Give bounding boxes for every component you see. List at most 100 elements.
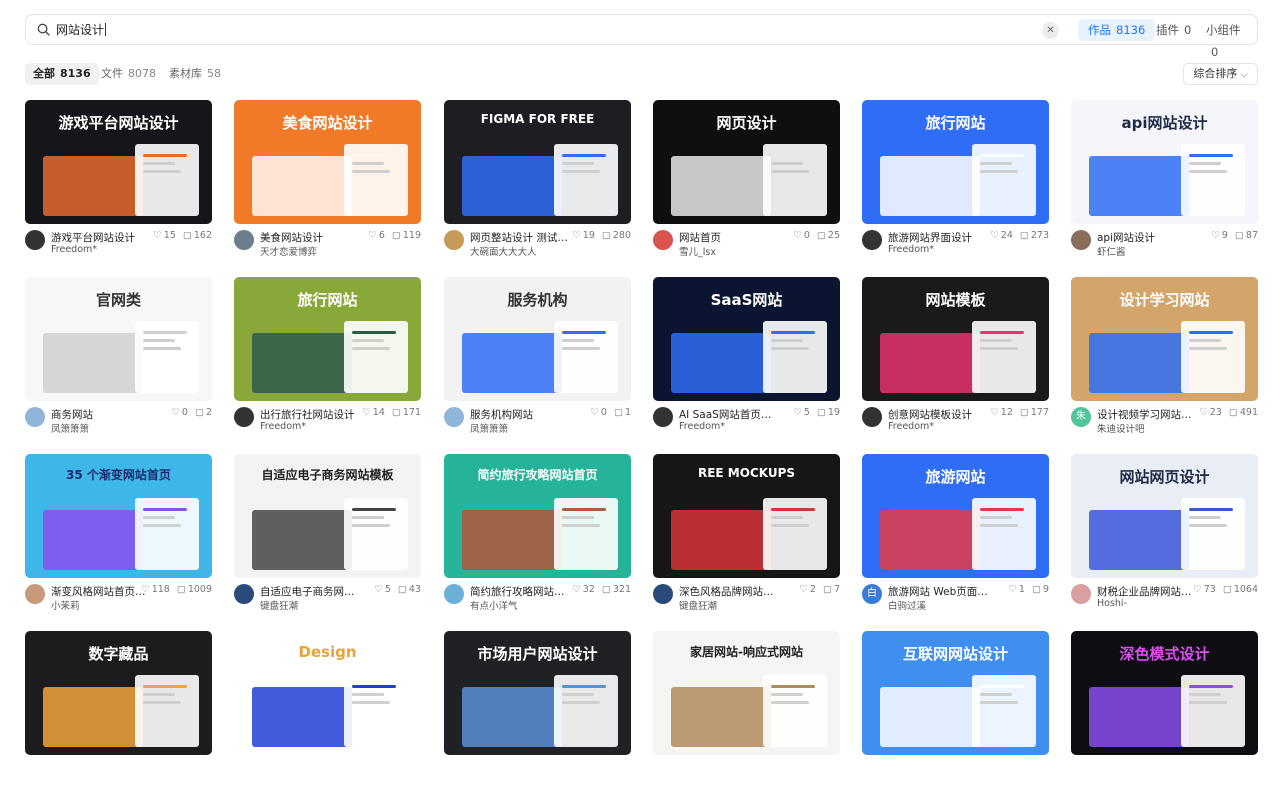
author-avatar[interactable] [653, 584, 673, 604]
search-bar[interactable]: 网站设计 ✕ 作品 8136 插件 0 小组件 0 [25, 14, 1258, 59]
author-avatar[interactable] [234, 230, 254, 250]
scope-tab-works[interactable]: 作品 8136 [1078, 19, 1156, 41]
card-author[interactable]: Hoshi- [1097, 598, 1127, 609]
card-thumbnail[interactable]: 深色模式设计 [1071, 631, 1258, 755]
card-thumbnail[interactable]: REE MOCKUPS [653, 454, 840, 578]
card-thumbnail[interactable]: 设计学习网站 [1071, 277, 1258, 401]
result-card[interactable]: SaaS网站 AI SaaS网站首页设计 Freedom* ♡ 5 ▢ 19 [653, 277, 840, 437]
card-title[interactable]: 创意网站模板设计 [888, 407, 988, 422]
result-card[interactable]: 设计学习网站朱设计视频学习网站管... 朱迪设计吧 ♡ 23 ▢ 491 [1071, 277, 1258, 437]
card-thumbnail[interactable]: 网页设计 [653, 100, 840, 224]
search-input[interactable]: 网站设计 [56, 21, 107, 38]
card-title[interactable]: 财税企业品牌网站网... [1097, 584, 1197, 599]
result-card[interactable]: 家居网站-响应式网站 [653, 631, 840, 791]
card-title[interactable]: 深色风格品牌网站模板 [679, 584, 779, 599]
result-card[interactable]: 美食网站设计 美食网站设计 天才恋爱博弈 ♡ 6 ▢ 119 [234, 100, 421, 260]
card-thumbnail[interactable]: Design [234, 631, 421, 755]
result-card[interactable]: 互联网网站设计 [862, 631, 1049, 791]
card-author[interactable]: 天才恋爱博弈 [260, 244, 317, 258]
result-card[interactable]: 网站网页设计 财税企业品牌网站网... Hoshi- ♡ 73 ▢ 1064 [1071, 454, 1258, 614]
card-title[interactable]: 简约旅行攻略网站首页 [470, 584, 570, 599]
card-thumbnail[interactable]: 数字藏品 [25, 631, 212, 755]
filter-all[interactable]: 全部 8136 [25, 63, 99, 85]
result-card[interactable]: 网页设计 网站首页 雪儿_lsx ♡ 0 ▢ 25 [653, 100, 840, 260]
card-title[interactable]: 网站首页 [679, 230, 779, 245]
card-thumbnail[interactable]: 旅行网站 [234, 277, 421, 401]
author-avatar[interactable] [234, 584, 254, 604]
card-thumbnail[interactable]: FIGMA FOR FREE [444, 100, 631, 224]
card-title[interactable]: api网站设计 [1097, 230, 1197, 245]
card-author[interactable]: 大碗面大大大人 [470, 244, 537, 258]
card-author[interactable]: 小茉莉 [51, 598, 80, 612]
card-title[interactable]: 旅游网站 Web页面设计 [888, 584, 988, 599]
card-author[interactable]: 白驹过溪 [888, 598, 926, 612]
result-card[interactable]: 服务机构 服务机构网站 凤箫箫箫 ♡ 0 ▢ 1 [444, 277, 631, 437]
result-card[interactable]: 旅游网站白旅游网站 Web页面设计 白驹过溪 ♡ 1 ▢ 9 [862, 454, 1049, 614]
result-card[interactable]: FIGMA FOR FREE 网页整站设计 测试类... 大碗面大大大人 ♡ 19 ▢ 28… [444, 100, 631, 260]
card-author[interactable]: 有点小洋气 [470, 598, 518, 612]
card-author[interactable]: 凤箫箫箫 [470, 421, 508, 435]
card-author[interactable]: 键盘狂潮 [260, 598, 298, 612]
card-title[interactable]: 商务网站 [51, 407, 151, 422]
card-thumbnail[interactable]: 35 个渐变网站首页 [25, 454, 212, 578]
card-thumbnail[interactable]: 服务机构 [444, 277, 631, 401]
card-author[interactable]: Freedom* [888, 244, 934, 255]
result-card[interactable]: 官网类 商务网站 凤箫箫箫 ♡ 0 ▢ 2 [25, 277, 212, 437]
card-thumbnail[interactable]: 家居网站-响应式网站 [653, 631, 840, 755]
author-avatar[interactable] [1071, 584, 1091, 604]
card-title[interactable]: 出行旅行社网站设计 [260, 407, 360, 422]
card-thumbnail[interactable]: 简约旅行攻略网站首页 [444, 454, 631, 578]
card-title[interactable]: 游戏平台网站设计 [51, 230, 151, 245]
card-thumbnail[interactable]: 网站模板 [862, 277, 1049, 401]
card-thumbnail[interactable]: 网站网页设计 [1071, 454, 1258, 578]
result-card[interactable]: 市场用户网站设计 [444, 631, 631, 791]
author-avatar[interactable] [25, 407, 45, 427]
author-avatar[interactable] [862, 230, 882, 250]
result-card[interactable]: 旅行网站 旅游网站界面设计 Freedom* ♡ 24 ▢ 273 [862, 100, 1049, 260]
card-title[interactable]: 网页整站设计 测试类... [470, 230, 570, 245]
author-avatar[interactable] [444, 407, 464, 427]
result-card[interactable]: 简约旅行攻略网站首页 简约旅行攻略网站首页 有点小洋气 ♡ 32 ▢ 321 [444, 454, 631, 614]
result-card[interactable]: api网站设计 api网站设计 虾仁酱 ♡ 9 ▢ 87 [1071, 100, 1258, 260]
card-author[interactable]: Freedom* [679, 421, 725, 432]
card-thumbnail[interactable]: 官网类 [25, 277, 212, 401]
author-avatar[interactable] [444, 230, 464, 250]
author-avatar[interactable] [444, 584, 464, 604]
card-thumbnail[interactable]: 旅行网站 [862, 100, 1049, 224]
result-card[interactable]: 深色模式设计 [1071, 631, 1258, 791]
result-card[interactable]: 网站模板 创意网站模板设计 Freedom* ♡ 12 ▢ 177 [862, 277, 1049, 437]
card-title[interactable]: 旅游网站界面设计 [888, 230, 988, 245]
card-title[interactable]: 美食网站设计 [260, 230, 360, 245]
scope-tab-widgets[interactable]: 小组件 0 [1196, 19, 1257, 59]
card-thumbnail[interactable]: 互联网网站设计 [862, 631, 1049, 755]
clear-search-button[interactable]: ✕ [1042, 22, 1059, 39]
card-author[interactable]: 虾仁酱 [1097, 244, 1126, 258]
card-thumbnail[interactable]: api网站设计 [1071, 100, 1258, 224]
card-thumbnail[interactable]: 旅游网站 [862, 454, 1049, 578]
author-avatar[interactable] [653, 230, 673, 250]
card-author[interactable]: 凤箫箫箫 [51, 421, 89, 435]
card-author[interactable]: Freedom* [51, 244, 97, 255]
card-thumbnail[interactable]: SaaS网站 [653, 277, 840, 401]
author-avatar[interactable]: 白 [862, 584, 882, 604]
result-card[interactable]: 数字藏品 [25, 631, 212, 791]
card-title[interactable]: AI SaaS网站首页设计 [679, 407, 779, 422]
card-author[interactable]: 雪儿_lsx [679, 244, 716, 258]
author-avatar[interactable]: 朱 [1071, 407, 1091, 427]
card-thumbnail[interactable]: 美食网站设计 [234, 100, 421, 224]
scope-tab-plugins[interactable]: 插件 0 [1146, 19, 1201, 41]
author-avatar[interactable] [25, 584, 45, 604]
card-thumbnail[interactable]: 自适应电子商务网站模板 [234, 454, 421, 578]
result-card[interactable]: REE MOCKUPS 深色风格品牌网站模板 键盘狂潮 ♡ 2 ▢ 7 [653, 454, 840, 614]
card-title[interactable]: 自适应电子商务网站模板 [260, 584, 360, 599]
card-author[interactable]: 朱迪设计吧 [1097, 421, 1145, 435]
card-thumbnail[interactable]: 市场用户网站设计 [444, 631, 631, 755]
author-avatar[interactable] [862, 407, 882, 427]
card-author[interactable]: Freedom* [888, 421, 934, 432]
card-author[interactable]: Freedom* [260, 421, 306, 432]
result-card[interactable]: 游戏平台网站设计 游戏平台网站设计 Freedom* ♡ 15 ▢ 162 [25, 100, 212, 260]
sort-dropdown[interactable]: 综合排序 ⌵ [1183, 63, 1258, 85]
result-card[interactable]: 35 个渐变网站首页 渐变风格网站首页和... 小茉莉 ♡ 118 ▢ 1009 [25, 454, 212, 614]
filter-files[interactable]: 文件 8078 [93, 63, 164, 85]
card-title[interactable]: 服务机构网站 [470, 407, 570, 422]
